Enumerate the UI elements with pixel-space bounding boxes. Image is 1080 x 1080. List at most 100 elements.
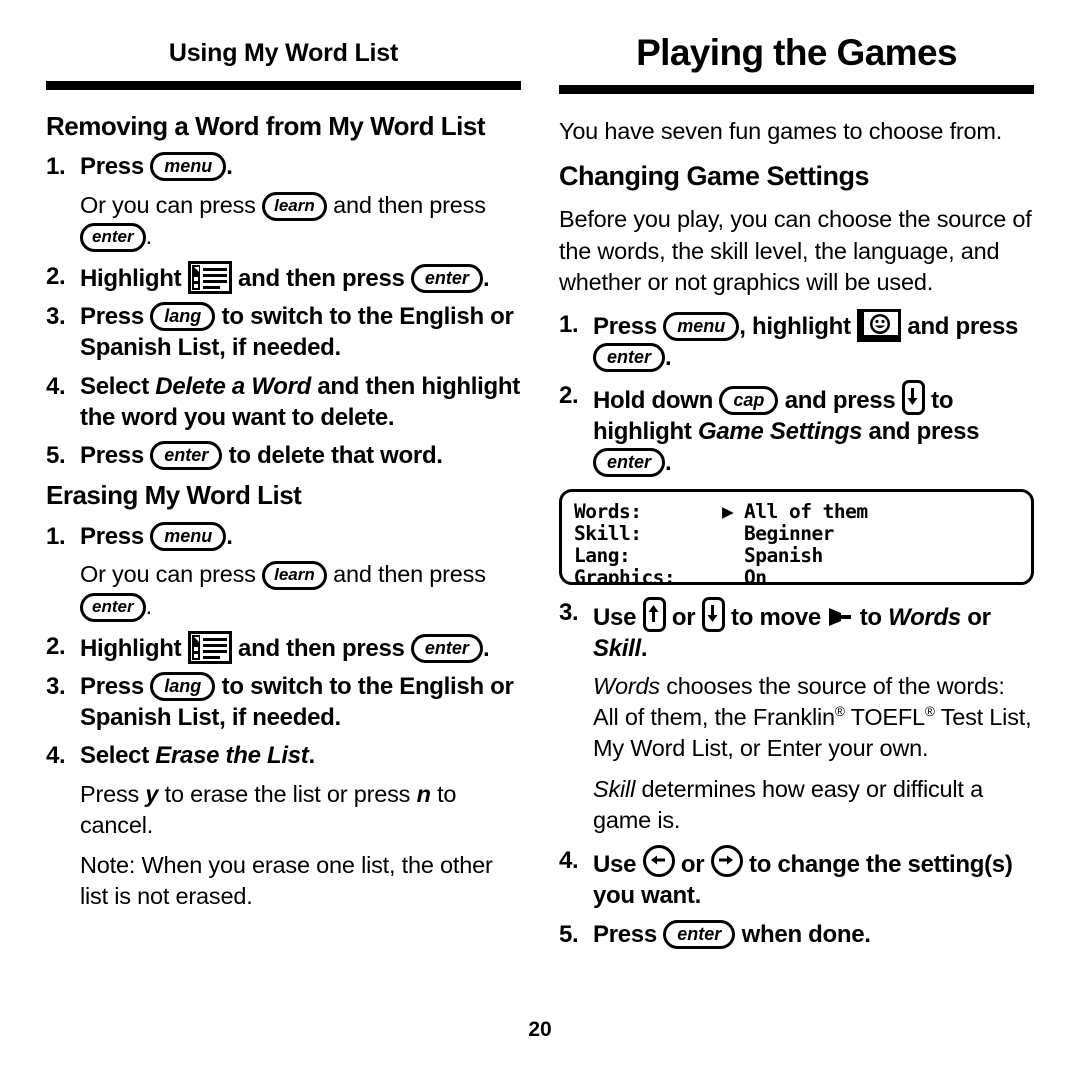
step-text: to: [859, 603, 882, 631]
lcd-cursor-marker: [722, 545, 744, 567]
left-column: Using My Word List Removing a Word from …: [46, 0, 521, 957]
running-head-left: Using My Word List: [168, 39, 399, 67]
step-punct: .: [226, 153, 233, 181]
registered-mark: ®: [924, 704, 935, 720]
step-text: Press: [80, 442, 144, 470]
lcd-cursor-marker: ▶: [722, 499, 734, 523]
page-number: 20: [528, 1018, 552, 1041]
section-heading-changing-game-settings: Changing Game Settings: [559, 161, 870, 192]
step-item: 4. Select Delete a Word and then highlig…: [46, 371, 521, 433]
step-text: to delete that word.: [228, 442, 443, 470]
lcd-cursor-marker: [722, 523, 744, 545]
step-item: 3. Press lang to switch to the English o…: [46, 301, 521, 363]
step-punct: .: [308, 742, 316, 770]
lcd-value: All of them: [744, 499, 868, 523]
key-lang[interactable]: lang: [150, 302, 216, 332]
key-menu[interactable]: menu: [150, 522, 227, 552]
step-note: Press y to erase the list or press n to …: [46, 779, 521, 842]
lcd-row: Graphics: On: [574, 565, 1031, 585]
step-number: 3.: [46, 303, 66, 331]
key-enter[interactable]: enter: [663, 919, 736, 949]
step-number: 4.: [559, 847, 579, 875]
step-text-cont: and press: [907, 312, 1019, 340]
step-text: and press: [784, 387, 896, 415]
pointer-glyph: [827, 607, 853, 627]
step-text: when done.: [741, 920, 871, 948]
step-text: Press: [593, 920, 657, 948]
step-number: 1.: [46, 153, 66, 181]
step-note: Or you can press learn and then press en…: [46, 559, 521, 622]
lcd-value: On: [744, 565, 767, 585]
step-number: 4.: [46, 742, 66, 770]
skill-setting-note: Skill determines how easy or difficult a…: [559, 774, 1034, 837]
registered-mark: ®: [834, 704, 845, 720]
step-text: to switch to the English or Spanish List…: [80, 672, 514, 732]
right-arrow-key[interactable]: [710, 845, 743, 878]
step-text: Press: [80, 672, 144, 700]
right-column: Playing the Games You have seven fun gam…: [559, 0, 1034, 957]
step-text: Press: [80, 303, 144, 331]
down-arrow-key[interactable]: [901, 380, 925, 416]
setting-name-words: Words: [888, 603, 961, 631]
step-text: Press: [80, 153, 144, 181]
step-text: or: [967, 603, 991, 631]
lcd-value: Beginner: [744, 521, 834, 545]
key-enter[interactable]: enter: [410, 264, 483, 294]
lcd-label: Skill:: [574, 521, 642, 545]
step-punct: .: [482, 634, 490, 662]
up-arrow-key[interactable]: [642, 596, 666, 632]
step-item: 1. Press menu, highlight and press enter…: [559, 308, 1034, 373]
lcd-screen-game-settings: Words: ▶ All of them Skill: Beginner Lan…: [559, 488, 1034, 585]
step-text: Use: [593, 603, 637, 631]
key-menu[interactable]: menu: [663, 311, 740, 341]
key-enter[interactable]: enter: [80, 592, 146, 622]
key-menu[interactable]: menu: [150, 152, 227, 182]
word-list-icon: [187, 261, 232, 295]
key-enter[interactable]: enter: [593, 342, 666, 372]
step-item: 4. Select Erase the List.: [46, 740, 521, 771]
section-heading-removing-word: Removing a Word from My Word List: [46, 110, 486, 141]
note-punct: .: [145, 592, 153, 619]
step-number: 3.: [46, 672, 66, 700]
step-number: 2.: [559, 382, 579, 410]
step-text: Select: [80, 742, 149, 770]
key-cap[interactable]: cap: [719, 386, 779, 416]
step-item: 1. Press menu.: [46, 521, 521, 552]
word-list-icon: [187, 630, 232, 664]
step-text: and then press: [238, 265, 405, 293]
key-enter[interactable]: enter: [593, 448, 666, 478]
key-enter[interactable]: enter: [410, 633, 483, 663]
note-punct: .: [145, 222, 153, 249]
left-arrow-key[interactable]: [642, 845, 675, 878]
lcd-row: Skill: Beginner: [574, 521, 1031, 545]
step-item: 1. Press menu.: [46, 151, 521, 182]
lcd-row: Lang: Spanish: [574, 543, 1031, 567]
lcd-label: Lang:: [574, 543, 631, 567]
note-text: Or you can press: [80, 191, 256, 218]
step-item: 2. Hold down cap and press to highlight …: [559, 380, 1034, 479]
games-smiley-icon: [857, 308, 902, 342]
header-rule-left: [46, 80, 521, 90]
step-number: 5.: [46, 442, 66, 470]
key-learn[interactable]: learn: [262, 561, 327, 591]
step-text: to switch to the English or Spanish List…: [80, 303, 514, 362]
key-enter[interactable]: enter: [80, 222, 146, 252]
step-text: Highlight: [80, 634, 182, 662]
step-item: 3. Use or to move to Words or Skill.: [559, 596, 1034, 664]
step-text: Highlight: [80, 265, 182, 293]
note-text: TOEFL: [850, 704, 926, 731]
note-text: and then press: [333, 191, 486, 218]
step-punct: .: [482, 265, 490, 293]
note-text: and then press: [333, 561, 486, 588]
step-number: 2.: [46, 263, 66, 291]
down-arrow-key[interactable]: [701, 596, 725, 632]
key-learn[interactable]: learn: [262, 191, 327, 221]
step-number: 2.: [46, 632, 66, 660]
step-punct: .: [226, 523, 233, 551]
key-enter[interactable]: enter: [150, 441, 223, 471]
note-text: determines how easy or difficult a game …: [593, 775, 983, 833]
step-number: 4.: [46, 372, 66, 400]
step-text: and then press: [238, 634, 405, 662]
lede-paragraph: Before you play, you can choose the sour…: [559, 206, 1032, 296]
key-lang[interactable]: lang: [150, 671, 216, 701]
